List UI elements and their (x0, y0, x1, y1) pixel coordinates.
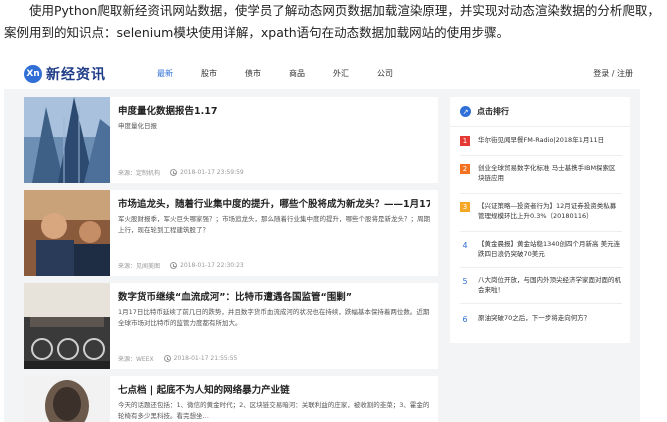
article-card[interactable]: 数字货币继续“血流成河”：比特币遭遇各国监管“围剿” 1月17日比特币延续了前几… (24, 283, 438, 369)
clock-icon (170, 169, 178, 176)
clock-icon (163, 355, 171, 362)
nav-latest[interactable]: 最新 (154, 68, 176, 91)
ranking-item[interactable]: 3 【兴证策略—投资者行为】12月证券投资类私募管理规模环比上升0.3%（201… (460, 201, 622, 221)
ranking-item[interactable]: 2 创业全球贸易数字化标准 马士基携手IBM探索区块链应用 (460, 163, 622, 183)
intro-paragraph: 使用Python爬取新经资讯网站数据，使学员了解动态网页数据加载渲染原理，并实现… (4, 3, 660, 40)
logo-icon: Xn (24, 65, 42, 83)
article-title[interactable]: 数字货币继续“血流成河”：比特币遭遇各国监管“围剿” (118, 291, 430, 305)
rank-number: 4 (462, 240, 468, 250)
ranking-header: ↗ 点击排行 (450, 97, 630, 127)
rank-number: 6 (462, 314, 468, 324)
nav-bonds[interactable]: 债市 (245, 68, 261, 80)
article-summary: 军火股财报季，军火巨头哪家强？；市场追龙头，那么随着行业集中度的提升，哪些个股将… (118, 215, 430, 234)
ranking-item[interactable]: 4 【黄金晨报】黄金站稳1340创四个月新高 美元连跌四日浪仍突破70美元 (460, 239, 622, 259)
ranking-title: 点击排行 (477, 107, 509, 116)
clock-icon (170, 262, 178, 269)
article-meta: 来源：WEEX 2018-01-17 21:55:55 (118, 354, 237, 363)
ranking-link[interactable]: 华尔街见闻早餐FM-Radio|2018年1月11日 (478, 135, 604, 146)
article-time: 2018-01-17 22:30:23 (180, 262, 244, 269)
article-card[interactable]: 申度量化数据报告1.17 申度量化日报 来源：定制机构 2018-01-17 2… (24, 97, 438, 183)
site-logo[interactable]: Xn 新经资讯 (24, 64, 106, 84)
article-summary: 申度量化日报 (118, 122, 157, 130)
trend-icon: ↗ (460, 106, 471, 117)
article-time: 2018-01-17 21:55:55 (173, 355, 238, 362)
divider (460, 193, 622, 194)
article-thumbnail[interactable] (24, 376, 110, 422)
ranking-link[interactable]: 【黄金晨报】黄金站稳1340创四个月新高 美元连跌四日浪仍突破70美元 (478, 239, 622, 259)
nav-companies[interactable]: 公司 (377, 68, 393, 80)
article-thumbnail[interactable] (24, 190, 110, 276)
article-thumbnail[interactable] (24, 97, 110, 183)
rank-number: 3 (460, 202, 470, 212)
site-header: Xn 新经资讯 最新 股市 债市 商品 外汇 公司 登录 / 注册 (24, 58, 639, 91)
ranking-link[interactable]: 【兴证策略—投资者行为】12月证券投资类私募管理规模环比上升0.3%（20180… (478, 201, 622, 221)
article-time: 2018-01-17 23:59:59 (180, 169, 244, 176)
rank-number: 5 (462, 276, 468, 286)
article-card[interactable]: 七点档 | 起底不为人知的网络暴力产业链 今天的话题还包括：1、微信的黄金时代；… (24, 376, 438, 422)
article-source: 来源：定制机构 (118, 170, 161, 177)
article-summary: 今天的话题还包括：1、微信的黄金时代；2、区块链交易暗河：关联利益的庄家，被收割… (118, 401, 430, 420)
article-title[interactable]: 市场追龙头，随着行业集中度的提升，哪些个股将成为新龙头？——1月17... (118, 198, 430, 212)
article-source: 来源：WEEX (118, 356, 154, 363)
main-nav: 最新 股市 债市 商品 外汇 公司 (154, 68, 421, 91)
ranking-link[interactable]: 八大岗位开放，与国内外顶尖经济学家面对面的机会来啦！ (478, 275, 622, 295)
divider (460, 155, 622, 156)
ranking-item[interactable]: 6 原油突破70之后，下一步将走向何方？ (460, 313, 622, 324)
nav-forex[interactable]: 外汇 (333, 68, 349, 80)
ranking-link[interactable]: 创业全球贸易数字化标准 马士基携手IBM探索区块链应用 (478, 163, 622, 183)
divider (460, 303, 622, 304)
ranking-link[interactable]: 原油突破70之后，下一步将走向何方？ (478, 313, 590, 324)
login-register-link[interactable]: 登录 / 注册 (593, 68, 633, 79)
logo-text: 新经资讯 (46, 67, 106, 83)
divider (460, 231, 622, 232)
rank-number: 2 (460, 164, 470, 174)
rank-number: 1 (460, 136, 470, 146)
article-title[interactable]: 七点档 | 起底不为人知的网络暴力产业链 (118, 384, 430, 398)
article-meta: 来源：见闻美图 2018-01-17 22:30:23 (118, 261, 244, 270)
article-card[interactable]: 市场追龙头，随着行业集中度的提升，哪些个股将成为新龙头？——1月17... 军火… (24, 190, 438, 276)
ranking-item[interactable]: 1 华尔街见闻早餐FM-Radio|2018年1月11日 (460, 135, 622, 146)
article-title[interactable]: 申度量化数据报告1.17 (118, 105, 430, 119)
article-thumbnail[interactable] (24, 283, 110, 369)
divider (460, 267, 622, 268)
ranking-item[interactable]: 5 八大岗位开放，与国内外顶尖经济学家面对面的机会来啦！ (460, 275, 622, 295)
article-meta: 来源：定制机构 2018-01-17 23:59:59 (118, 168, 244, 177)
nav-stocks[interactable]: 股市 (201, 68, 217, 80)
article-summary: 1月17日比特币延续了前几日的跌势，并且数字货币血流成河的状况也在持续，跌幅基本… (118, 308, 430, 327)
click-ranking-panel: ↗ 点击排行 1 华尔街见闻早餐FM-Radio|2018年1月11日 2 创业… (450, 97, 630, 343)
nav-commodities[interactable]: 商品 (289, 68, 305, 80)
article-source: 来源：见闻美图 (118, 263, 161, 270)
